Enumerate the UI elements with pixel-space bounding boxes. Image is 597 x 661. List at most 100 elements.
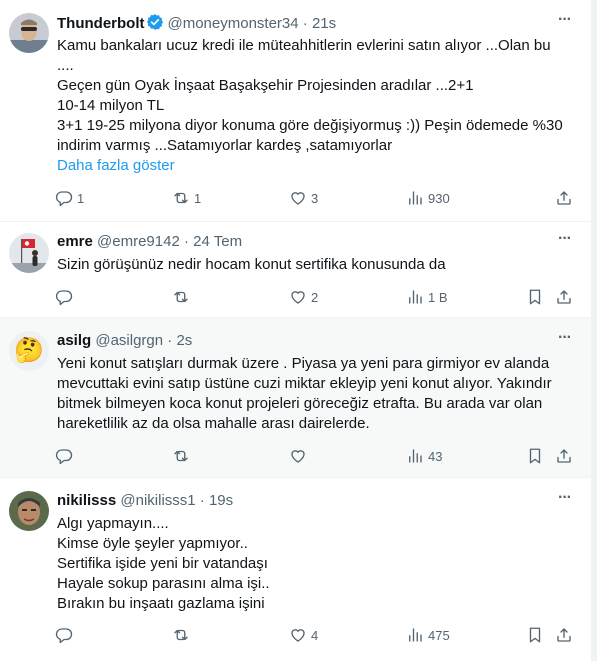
like-button[interactable] — [289, 445, 311, 467]
tweet-line: Geçen gün Oyak İnşaat Başakşehir Projesi… — [57, 77, 474, 94]
author-handle[interactable]: @nikilisss1 — [120, 492, 195, 509]
avatar[interactable]: 🤔 — [9, 331, 49, 371]
reply-count: 1 — [77, 190, 85, 206]
tweet-text: Yeni konut satışları durmak üzere . Piya… — [57, 354, 571, 434]
retweet-icon — [174, 192, 188, 204]
bookmark-button[interactable] — [526, 445, 544, 467]
tweet-line: Sizin görüşünüz nedir hocam konut sertif… — [57, 256, 446, 273]
retweet-button[interactable] — [172, 445, 194, 467]
view-count: 930 — [428, 190, 450, 206]
retweet-icon — [174, 291, 188, 303]
views-icon — [409, 449, 422, 463]
separator-dot: · — [199, 492, 205, 509]
like-icon — [291, 450, 305, 463]
avatar[interactable] — [9, 233, 49, 273]
timestamp[interactable]: 2s — [176, 332, 192, 349]
view-count: 475 — [428, 627, 450, 643]
like-count: 2 — [311, 289, 319, 305]
tweet-nikilisss[interactable]: nikilisss @nikilisss1 · 19s ··· Algı yap… — [0, 478, 591, 661]
author-name[interactable]: asilg — [57, 332, 91, 349]
timestamp[interactable]: 24 Tem — [193, 233, 242, 250]
retweet-button[interactable]: 1 — [172, 187, 201, 209]
reply-button[interactable] — [55, 286, 77, 308]
retweet-count: 1 — [194, 190, 202, 206]
bookmark-icon — [529, 627, 541, 643]
view-count: 43 — [428, 448, 443, 464]
separator-dot: · — [302, 15, 308, 32]
retweet-icon — [174, 450, 188, 462]
timestamp[interactable]: 19s — [209, 492, 233, 509]
like-icon — [291, 192, 305, 205]
tweet-header: emre @emre9142 · 24 Tem — [57, 232, 242, 252]
tweet-actions: 1 1 3 930 — [55, 187, 575, 209]
views-icon — [409, 191, 422, 205]
verified-badge-icon — [146, 13, 164, 37]
author-name[interactable]: nikilisss — [57, 492, 116, 509]
like-button[interactable]: 2 — [289, 286, 318, 308]
tweet-actions: 4 475 — [55, 624, 575, 646]
show-more-link[interactable]: Daha fazla göster — [57, 156, 571, 176]
tweet-text: Sizin görüşünüz nedir hocam konut sertif… — [57, 255, 571, 275]
tweet-line: Hayale sokup parasını alma işi.. — [57, 575, 270, 592]
avatar[interactable] — [9, 491, 49, 531]
tweet-line: 3+1 19-25 milyona diyor konuma göre deği… — [57, 117, 563, 134]
retweet-button[interactable] — [172, 286, 194, 308]
separator-dot: · — [183, 233, 189, 250]
share-button[interactable] — [555, 624, 573, 646]
views-button[interactable]: 475 — [406, 624, 450, 646]
retweet-icon — [174, 629, 188, 641]
tweet-asilg[interactable]: 🤔 asilg @asilgrgn · 2s ··· Yeni konut sa… — [0, 318, 591, 478]
tweet-header: nikilisss @nikilisss1 · 19s — [57, 491, 233, 511]
share-button[interactable] — [555, 286, 573, 308]
reply-button[interactable] — [55, 445, 77, 467]
more-icon[interactable]: ··· — [558, 230, 572, 248]
tweet-line: Algı yapmayın.... — [57, 515, 169, 532]
more-icon[interactable]: ··· — [558, 329, 572, 347]
share-icon — [557, 449, 571, 463]
like-button[interactable]: 3 — [289, 187, 318, 209]
tweet-line: .... — [57, 57, 74, 74]
bookmark-button[interactable] — [526, 624, 544, 646]
retweet-button[interactable] — [172, 624, 194, 646]
bookmark-button[interactable] — [526, 286, 544, 308]
bookmark-icon — [529, 448, 541, 464]
like-count: 4 — [311, 627, 319, 643]
tweet-line: Kamu bankaları ucuz kredi ile müteahhitl… — [57, 37, 551, 54]
tweet-emre[interactable]: emre @emre9142 · 24 Tem ··· Sizin görüşü… — [0, 222, 591, 318]
author-handle[interactable]: @asilgrgn — [95, 332, 163, 349]
avatar[interactable] — [9, 13, 49, 53]
like-button[interactable]: 4 — [289, 624, 318, 646]
share-button[interactable] — [555, 187, 573, 209]
timeline-border — [591, 0, 597, 661]
like-icon — [291, 291, 305, 304]
tweet-thunderbolt[interactable]: Thunderbolt @moneymonster34 · 21s ··· Kam… — [0, 0, 591, 222]
reply-button[interactable] — [55, 624, 77, 646]
timestamp[interactable]: 21s — [312, 15, 336, 32]
author-handle[interactable]: @moneymonster34 — [167, 15, 298, 32]
reply-icon — [55, 191, 73, 207]
more-icon[interactable]: ··· — [558, 11, 572, 29]
tweet-header: Thunderbolt @moneymonster34 · 21s — [57, 13, 336, 37]
tweet-line: 10-14 milyon TL — [57, 97, 165, 114]
tweet-line: indirim varmış ...Satamıyorlar kardeş ,s… — [57, 137, 393, 154]
views-button[interactable]: 930 — [406, 187, 450, 209]
more-icon[interactable]: ··· — [558, 489, 572, 507]
tweet-line: Bırakın bu inşaatı gazlama işini — [57, 595, 265, 612]
author-name[interactable]: emre — [57, 233, 93, 250]
views-button[interactable]: 1 B — [406, 286, 448, 308]
share-button[interactable] — [555, 445, 573, 467]
view-count: 1 B — [428, 289, 448, 305]
share-icon — [557, 191, 571, 205]
tweet-text: Kamu bankaları ucuz kredi ile müteahhitl… — [57, 36, 571, 176]
reply-button[interactable]: 1 — [55, 187, 84, 209]
share-icon — [557, 628, 571, 642]
views-button[interactable]: 43 — [406, 445, 442, 467]
tweet-line: mevcuttaki evini satıp üstüne cuzi mikta… — [57, 375, 552, 392]
views-icon — [409, 290, 422, 304]
tweet-line: bitmek bilmeyen koca konut projeleri gör… — [57, 395, 543, 412]
tweet-line: Yeni konut satışları durmak üzere . Piya… — [57, 355, 550, 372]
author-handle[interactable]: @emre9142 — [97, 233, 180, 250]
reply-icon — [55, 290, 73, 306]
tweet-actions: 2 1 B — [55, 286, 575, 308]
author-name[interactable]: Thunderbolt — [57, 15, 144, 32]
